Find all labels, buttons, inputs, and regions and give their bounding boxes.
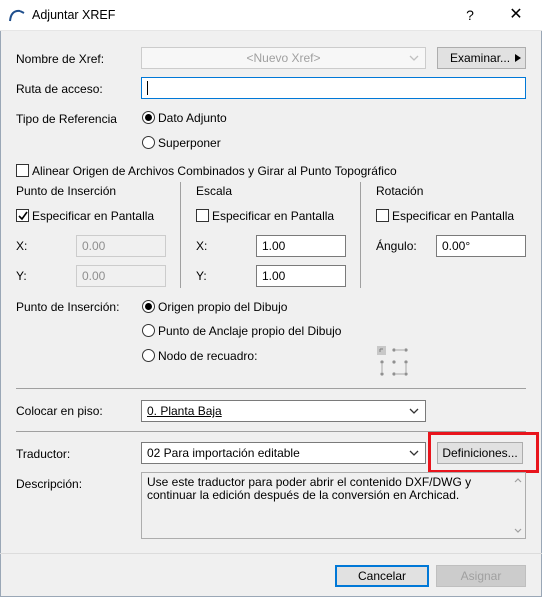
floor-select[interactable]: 0. Planta Baja [141, 400, 426, 422]
rotation-specify-label[interactable]: Especificar en Pantalla [392, 209, 514, 223]
scale-x-label: X: [196, 239, 208, 253]
scale-x-value: 1.00 [262, 239, 286, 253]
xref-name-label: Nombre de Xref: [16, 52, 105, 66]
browse-button[interactable]: Examinar... [437, 47, 526, 69]
column-divider [180, 182, 181, 288]
rotation-specify-checkbox[interactable] [376, 209, 389, 222]
align-origin-label[interactable]: Alinear Origen de Archivos Combinados y … [32, 164, 397, 178]
anchor-node-grid-icon[interactable] [376, 344, 412, 380]
floor-value: 0. Planta Baja [147, 404, 222, 418]
scale-specify-checkbox[interactable] [196, 209, 209, 222]
cancel-button[interactable]: Cancelar [335, 565, 429, 587]
scale-specify-label[interactable]: Especificar en Pantalla [212, 209, 334, 223]
insertion-specify-checkbox[interactable] [16, 209, 29, 222]
radio-drawing-origin-label[interactable]: Origen propio del Dibujo [158, 300, 287, 314]
insertion-y-label: Y: [16, 269, 27, 283]
chevron-down-icon [409, 408, 419, 414]
apply-button[interactable]: Asignar [436, 565, 526, 587]
path-input[interactable] [141, 77, 526, 99]
reference-type-label: Tipo de Referencia [16, 112, 117, 126]
rotation-angle-input[interactable]: 0.00° [436, 235, 526, 257]
insertion-specify-label[interactable]: Especificar en Pantalla [32, 209, 154, 223]
chevron-down-icon [409, 450, 419, 456]
rotation-title: Rotación [376, 184, 424, 198]
help-button[interactable]: ? [458, 5, 482, 25]
window-title: Adjuntar XREF [32, 8, 116, 22]
description-label: Descripción: [16, 477, 83, 491]
radio-anchor-point[interactable] [142, 324, 155, 337]
align-origin-checkbox[interactable] [16, 164, 29, 177]
insertion-x-input[interactable]: 0.00 [76, 235, 166, 257]
xref-name-combo[interactable]: <Nuevo Xref> [141, 47, 426, 69]
footer-divider [0, 553, 542, 554]
translator-label: Traductor: [16, 447, 71, 461]
scale-x-input[interactable]: 1.00 [256, 235, 346, 257]
scale-y-input[interactable]: 1.00 [256, 265, 346, 287]
rotation-angle-value: 0.00° [442, 239, 471, 253]
path-label: Ruta de acceso: [16, 82, 103, 96]
translator-value: 02 Para importación editable [147, 446, 300, 460]
radio-box-node[interactable] [142, 349, 155, 362]
close-button[interactable]: ✕ [504, 5, 528, 25]
chevron-down-icon [409, 55, 419, 61]
insertion-y-input[interactable]: 0.00 [76, 265, 166, 287]
radio-overlay-label[interactable]: Superponer [158, 136, 221, 150]
chevron-right-icon [515, 54, 521, 62]
description-text: Use este traductor para poder abrir el c… [147, 475, 472, 502]
title-bar: Adjuntar XREF ? ✕ [0, 0, 542, 31]
description-scrollbar[interactable] [511, 473, 525, 538]
translator-settings-button[interactable]: Definiciones... [437, 442, 523, 464]
insertion-origin-label: Punto de Inserción: [16, 300, 120, 314]
insertion-y-value: 0.00 [82, 269, 106, 283]
xref-name-value: <Nuevo Xref> [246, 51, 321, 65]
insertion-point-title: Punto de Inserción [16, 184, 117, 198]
browse-button-label: Examinar... [450, 51, 511, 65]
scale-title: Escala [196, 184, 233, 198]
cancel-button-label: Cancelar [357, 569, 407, 583]
rotation-angle-label: Ángulo: [376, 239, 417, 253]
text-caret [147, 81, 148, 95]
scroll-up-icon[interactable] [514, 477, 522, 483]
radio-attach[interactable] [142, 111, 155, 124]
apply-button-label: Asignar [460, 569, 502, 583]
radio-drawing-origin[interactable] [142, 300, 155, 313]
insertion-x-value: 0.00 [82, 239, 106, 253]
section-divider [16, 388, 526, 389]
scale-y-value: 1.00 [262, 269, 286, 283]
section-divider [16, 431, 526, 432]
floor-label: Colocar en piso: [16, 404, 103, 418]
radio-anchor-point-label[interactable]: Punto de Anclaje propio del Dibujo [158, 324, 341, 338]
translator-settings-label: Definiciones... [442, 446, 518, 460]
radio-attach-label[interactable]: Dato Adjunto [158, 111, 227, 125]
translator-select[interactable]: 02 Para importación editable [141, 442, 426, 464]
archicad-app-icon [9, 9, 25, 22]
column-divider [360, 182, 361, 288]
scale-y-label: Y: [196, 269, 207, 283]
radio-box-node-label[interactable]: Nodo de recuadro: [158, 349, 257, 363]
checkmark-icon [18, 211, 28, 221]
description-textarea[interactable]: Use este traductor para poder abrir el c… [141, 472, 526, 539]
insertion-x-label: X: [16, 239, 28, 253]
radio-overlay[interactable] [142, 136, 155, 149]
scroll-down-icon[interactable] [514, 528, 522, 534]
